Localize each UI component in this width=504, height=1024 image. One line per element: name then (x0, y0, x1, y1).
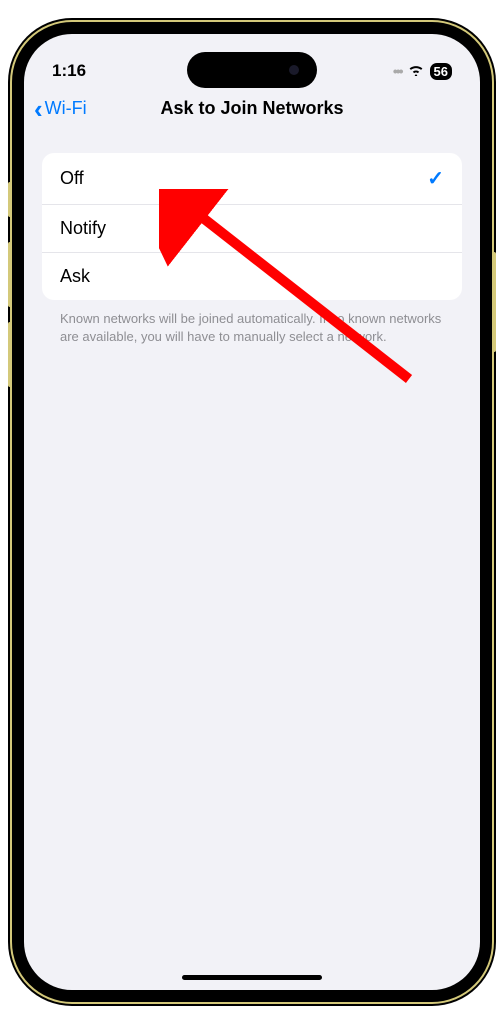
mute-switch (8, 182, 12, 217)
back-label: Wi-Fi (45, 98, 87, 119)
cellular-icon: ••• (393, 63, 402, 79)
screen: 1:16 ••• 56 ‹ Wi-Fi Ask to Join Networks… (24, 34, 480, 990)
battery-badge: 56 (430, 63, 452, 80)
option-label: Notify (60, 218, 106, 239)
status-time: 1:16 (52, 61, 86, 81)
wifi-icon (408, 63, 424, 79)
options-list: Off ✓ Notify Ask (42, 153, 462, 300)
option-notify[interactable]: Notify (42, 205, 462, 253)
nav-bar: ‹ Wi-Fi Ask to Join Networks (24, 88, 480, 133)
dynamic-island (187, 52, 317, 88)
checkmark-icon: ✓ (427, 166, 444, 191)
phone-frame: 1:16 ••• 56 ‹ Wi-Fi Ask to Join Networks… (12, 22, 492, 1002)
chevron-left-icon: ‹ (34, 96, 43, 122)
volume-up-button (8, 242, 12, 307)
footer-description: Known networks will be joined automatica… (42, 300, 462, 355)
option-label: Ask (60, 266, 90, 287)
option-label: Off (60, 168, 84, 189)
content: Off ✓ Notify Ask Known networks will be … (24, 133, 480, 355)
page-title: Ask to Join Networks (36, 98, 468, 119)
status-right: ••• 56 (393, 63, 452, 80)
volume-down-button (8, 322, 12, 387)
option-ask[interactable]: Ask (42, 253, 462, 300)
option-off[interactable]: Off ✓ (42, 153, 462, 205)
power-button (492, 252, 496, 352)
home-indicator[interactable] (182, 975, 322, 980)
back-button[interactable]: ‹ Wi-Fi (34, 96, 87, 122)
